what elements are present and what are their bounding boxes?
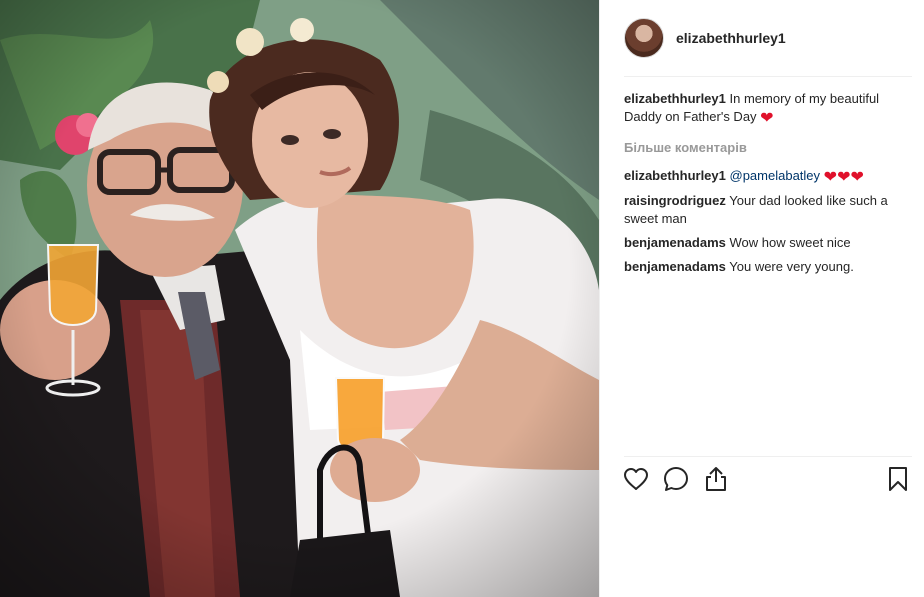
more-comments-button[interactable]: Більше коментарів (624, 139, 747, 157)
comment-author[interactable]: benjamenadams (624, 259, 726, 274)
comment-item: raisingrodriguez Your dad looked like su… (624, 192, 910, 228)
comment-item: benjamenadams You were very young. (624, 258, 910, 276)
red-hearts-emoji: ❤❤❤ (823, 169, 864, 186)
comment-author[interactable]: elizabethhurley1 (624, 168, 726, 183)
red-heart-emoji: ❤ (760, 110, 774, 127)
comments-list: elizabethhurley1 In memory of my beautif… (624, 90, 910, 282)
like-button[interactable] (622, 465, 650, 493)
comment-button[interactable] (662, 465, 690, 493)
comment-text: You were very young. (729, 259, 854, 274)
bookmark-icon (889, 467, 907, 491)
share-icon (706, 467, 726, 491)
comment-item: elizabethhurley1 @pamelabatley ❤❤❤ (624, 167, 910, 186)
caption-author[interactable]: elizabethhurley1 (624, 91, 726, 106)
comment-icon (664, 467, 688, 491)
caption: elizabethhurley1 In memory of my beautif… (624, 90, 910, 127)
save-button[interactable] (884, 465, 912, 493)
avatar[interactable] (624, 18, 664, 58)
heart-icon (624, 468, 648, 490)
actions-divider (624, 456, 912, 457)
comment-item: benjamenadams Wow how sweet nice (624, 234, 910, 252)
post-photo[interactable] (0, 0, 599, 597)
comment-mention[interactable]: @pamelabatley (730, 168, 821, 183)
post-actions-bar (622, 462, 912, 496)
comment-text: Wow how sweet nice (729, 235, 851, 250)
comment-author[interactable]: raisingrodriguez (624, 193, 726, 208)
share-button[interactable] (702, 465, 730, 493)
post-side-panel: elizabethhurley1 elizabethhurley1 In mem… (599, 0, 924, 597)
header-divider (624, 76, 912, 77)
post-photo-illustration (0, 0, 599, 597)
comment-author[interactable]: benjamenadams (624, 235, 726, 250)
author-username[interactable]: elizabethhurley1 (676, 30, 786, 46)
post-header: elizabethhurley1 (624, 16, 912, 60)
